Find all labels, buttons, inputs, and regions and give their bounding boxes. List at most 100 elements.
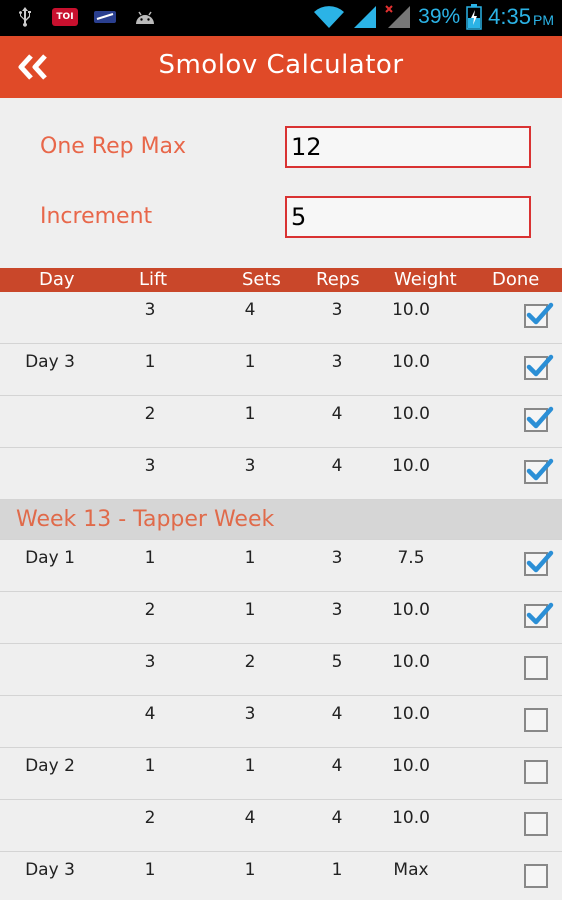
cell-sets: 1 (244, 548, 256, 568)
cell-lift: 3 (144, 652, 156, 672)
status-bar-system: 39% 4:35 PM (312, 4, 554, 30)
week-title: Week 13 - Tapper Week (16, 507, 275, 532)
column-header-day: Day (39, 269, 75, 290)
cell-day: Day 3 (25, 352, 75, 372)
cell-sets: 1 (244, 404, 256, 424)
done-checkbox[interactable] (524, 354, 554, 380)
cell-lift: 4 (144, 704, 156, 724)
cell-reps: 3 (331, 352, 343, 372)
table-row: Day 1 1 1 3 7.5 (0, 540, 562, 592)
cell-weight: 10.0 (392, 404, 430, 424)
cell-weight: 10.0 (392, 600, 430, 620)
column-header-weight: Weight (394, 269, 457, 290)
column-header-done: Done (492, 269, 540, 290)
wifi-icon (314, 6, 345, 28)
checkmark-icon (526, 458, 554, 481)
cell-lift: 3 (144, 456, 156, 476)
checkmark-icon (526, 406, 554, 429)
battery-percent: 39% (418, 5, 461, 28)
cell-day: Day 1 (25, 548, 75, 568)
done-checkbox[interactable] (524, 550, 554, 576)
cell-sets: 4 (244, 808, 256, 828)
cell-reps: 1 (331, 860, 343, 880)
app-header: Smolov Calculator (0, 36, 562, 98)
cell-lift: 1 (144, 860, 156, 880)
checkmark-icon (526, 550, 554, 573)
cell-reps: 4 (331, 756, 343, 776)
increment-label: Increment (40, 204, 153, 229)
column-header-sets: Sets (242, 269, 281, 290)
cell-weight: 10.0 (392, 352, 430, 372)
done-checkbox[interactable] (524, 760, 548, 784)
cell-sets: 1 (244, 756, 256, 776)
cell-reps: 4 (331, 808, 343, 828)
clock-ampm: PM (533, 11, 554, 28)
done-checkbox[interactable] (524, 602, 554, 628)
table-header: Day Lift Sets Reps Weight Done (0, 268, 562, 292)
toi-app-icon: TOI (52, 6, 78, 28)
cell-sets: 4 (244, 300, 256, 320)
one-rep-max-input[interactable]: 12 (285, 126, 531, 168)
done-checkbox[interactable] (524, 656, 548, 680)
table-row: Day 3 1 1 1 Max (0, 852, 562, 900)
cell-sets: 3 (244, 704, 256, 724)
cell-day: Day 3 (25, 860, 75, 880)
notification-icon (92, 6, 118, 28)
cell-reps: 3 (331, 600, 343, 620)
increment-input[interactable]: 5 (285, 196, 531, 238)
done-checkbox[interactable] (524, 812, 548, 836)
page-title: Smolov Calculator (158, 50, 404, 80)
cell-weight: 10.0 (392, 756, 430, 776)
done-checkbox[interactable] (524, 406, 554, 432)
done-checkbox[interactable] (524, 302, 554, 328)
status-bar: TOI 39% 4:35 PM (0, 0, 562, 36)
cell-reps: 3 (331, 548, 343, 568)
cell-weight: 7.5 (397, 548, 425, 568)
cell-weight: 10.0 (392, 704, 430, 724)
cell-sets: 2 (244, 652, 256, 672)
table-row: Day 2 1 1 4 10.0 (0, 748, 562, 800)
cell-reps: 4 (331, 456, 343, 476)
done-checkbox[interactable] (524, 864, 548, 888)
cell-lift: 2 (144, 808, 156, 828)
cell-lift: 1 (144, 548, 156, 568)
cell-day: Day 2 (25, 756, 75, 776)
cell-sets: 1 (244, 600, 256, 620)
checkmark-icon (526, 302, 554, 325)
table-row: 2 4 4 10.0 (0, 800, 562, 852)
cell-lift: 2 (144, 600, 156, 620)
signal-roaming-icon (385, 5, 411, 28)
usb-icon (12, 6, 38, 28)
clock-time: 4:35 (488, 4, 531, 29)
done-checkbox[interactable] (524, 458, 554, 484)
cell-lift: 1 (144, 756, 156, 776)
checkmark-icon (526, 602, 554, 625)
cell-lift: 2 (144, 404, 156, 424)
cell-reps: 4 (331, 404, 343, 424)
cell-weight: 10.0 (392, 652, 430, 672)
cell-lift: 1 (144, 352, 156, 372)
one-rep-max-label: One Rep Max (40, 134, 187, 159)
cell-sets: 3 (244, 456, 256, 476)
table-row: Day 3 1 1 3 10.0 (0, 344, 562, 396)
signal-icon (354, 6, 377, 28)
cell-reps: 3 (331, 300, 343, 320)
cell-reps: 4 (331, 704, 343, 724)
week-section-header: Week 13 - Tapper Week (0, 500, 562, 540)
cell-weight: 10.0 (392, 300, 430, 320)
cell-sets: 1 (244, 860, 256, 880)
cell-weight: 10.0 (392, 808, 430, 828)
android-icon (132, 6, 158, 28)
done-checkbox[interactable] (524, 708, 548, 732)
input-panel: One Rep Max 12 Increment 5 (0, 98, 562, 268)
cell-weight: 10.0 (392, 456, 430, 476)
table-row: 3 3 4 10.0 (0, 448, 562, 500)
status-bar-notifications: TOI (12, 6, 158, 28)
cell-weight: Max (393, 860, 429, 880)
cell-reps: 5 (331, 652, 343, 672)
table-row: 3 2 5 10.0 (0, 644, 562, 696)
battery-charging-icon (466, 4, 482, 30)
checkmark-icon (526, 354, 554, 377)
cell-sets: 1 (244, 352, 256, 372)
table-row: 2 1 4 10.0 (0, 396, 562, 448)
